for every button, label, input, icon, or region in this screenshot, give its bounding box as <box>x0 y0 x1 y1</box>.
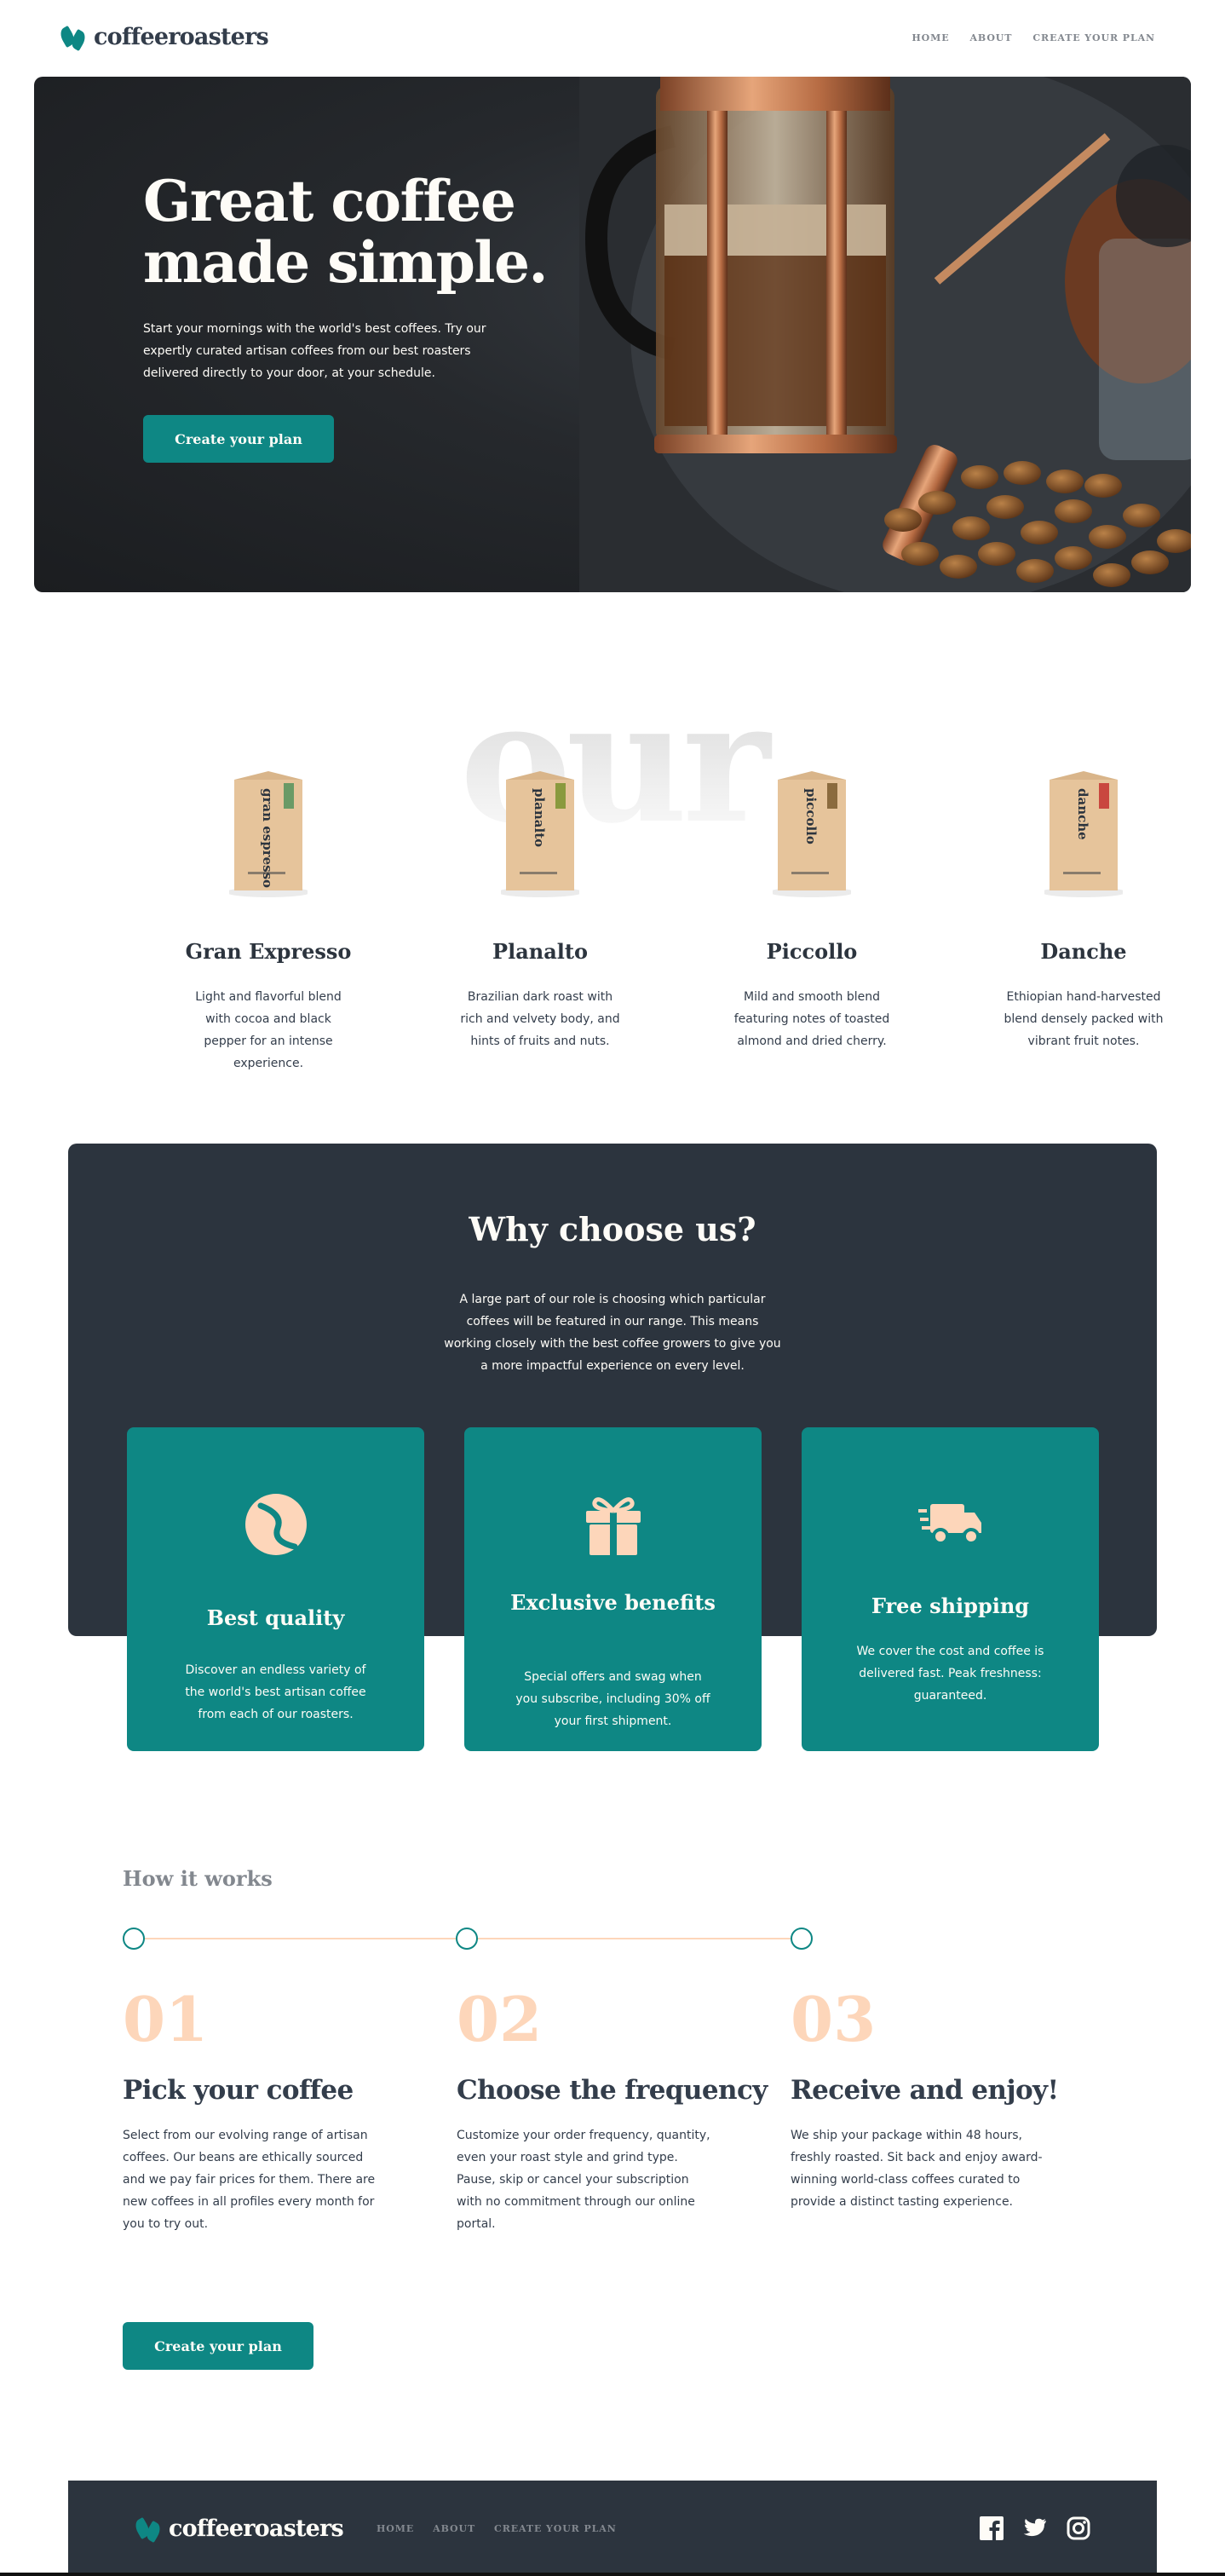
benefit-title: Exclusive benefits <box>510 1590 716 1615</box>
step: 02 Choose the frequency Customize your o… <box>457 1981 772 2235</box>
logo-bean-icon <box>132 2516 164 2543</box>
step-number: 02 <box>457 1983 543 2055</box>
step-title: Choose the frequency <box>457 2075 768 2106</box>
coffee-package-image: piccollo <box>769 771 854 897</box>
twitter-icon[interactable] <box>1023 2516 1047 2540</box>
product-card: gran espresso Gran Expresso Light and fl… <box>162 771 375 1075</box>
why-description: A large part of our role is choosing whi… <box>444 1293 781 1373</box>
footer-logo[interactable]: coffeeroasters <box>132 2515 344 2543</box>
logo-bean-icon <box>57 25 89 51</box>
footer-nav-home[interactable]: HOME <box>377 2523 414 2534</box>
gift-icon <box>464 1494 762 1562</box>
benefit-text: Discover an endless variety of the world… <box>185 1663 366 1721</box>
timeline-dot <box>123 1928 145 1950</box>
step-title: Pick your coffee <box>123 2075 354 2106</box>
step-number: 03 <box>791 1983 877 2055</box>
product-description: Brazilian dark roast with rich and velve… <box>460 990 620 1048</box>
product-description: Mild and smooth blend featuring notes of… <box>733 990 890 1048</box>
benefit-title: Best quality <box>206 1605 345 1630</box>
nav-about[interactable]: ABOUT <box>969 32 1012 43</box>
step-text: We ship your package within 48 hours, fr… <box>791 2129 1043 2209</box>
main-nav: HOME ABOUT CREATE YOUR PLAN <box>912 32 1155 43</box>
product-card: piccollo Piccollo Mild and smooth blend … <box>705 771 918 1052</box>
benefit-card: Best quality Discover an endless variety… <box>127 1427 424 1751</box>
timeline-dot <box>456 1928 478 1950</box>
product-name: Gran Expresso <box>185 939 352 964</box>
benefit-text: We cover the cost and coffee is delivere… <box>856 1645 1044 1703</box>
instagram-icon[interactable] <box>1067 2516 1090 2540</box>
benefit-title: Free shipping <box>871 1593 1030 1618</box>
timeline-dot <box>791 1928 813 1950</box>
footer-nav: HOME ABOUT CREATE YOUR PLAN <box>377 2523 617 2534</box>
package-label: danche <box>1075 788 1090 840</box>
step-text: Select from our evolving range of artisa… <box>123 2129 376 2231</box>
french-press-image <box>579 77 1191 592</box>
how-it-works-title: How it works <box>123 1866 273 1891</box>
nav-home[interactable]: HOME <box>912 32 949 43</box>
package-label: planalto <box>532 788 547 847</box>
step-title: Receive and enjoy! <box>791 2075 1059 2106</box>
why-title: Why choose us? <box>469 1210 756 1248</box>
benefit-card: Exclusive benefits Special offers and sw… <box>464 1427 762 1751</box>
product-name: Danche <box>1040 939 1127 964</box>
logo-text: coffeeroasters <box>94 24 269 50</box>
hero-title: Great coffee made simple. <box>143 168 548 296</box>
product-description: Ethiopian hand-harvested blend densely p… <box>1004 990 1164 1048</box>
site-header: coffeeroasters HOME ABOUT CREATE YOUR PL… <box>0 0 1225 77</box>
site-footer: coffeeroasters HOME ABOUT CREATE YOUR PL… <box>68 2481 1157 2576</box>
step-number: 01 <box>123 1983 209 2055</box>
coffee-package-image: gran espresso <box>226 771 311 897</box>
hero-description: Start your mornings with the world's bes… <box>143 322 486 380</box>
hero: Great coffee made simple. Start your mor… <box>34 77 1191 592</box>
package-label: piccollo <box>803 788 819 844</box>
product-name: Piccollo <box>766 939 858 964</box>
facebook-icon[interactable] <box>980 2516 1004 2540</box>
step: 03 Receive and enjoy! We ship your packa… <box>791 1981 1106 2213</box>
product-card: danche Danche Ethiopian hand-harvested b… <box>977 771 1190 1052</box>
hero-create-plan-button[interactable]: Create your plan <box>143 415 334 463</box>
truck-icon <box>802 1494 1099 1562</box>
logo[interactable]: coffeeroasters <box>57 24 269 51</box>
logo-text: coffeeroasters <box>169 2515 344 2542</box>
product-card: planalto Planalto Brazilian dark roast w… <box>434 771 647 1052</box>
footer-nav-about[interactable]: ABOUT <box>433 2523 475 2534</box>
benefit-card: Free shipping We cover the cost and coff… <box>802 1427 1099 1751</box>
footer-nav-create-plan[interactable]: CREATE YOUR PLAN <box>494 2523 617 2534</box>
coffee-package-image: planalto <box>497 771 583 897</box>
nav-create-plan[interactable]: CREATE YOUR PLAN <box>1032 32 1155 43</box>
product-description: Light and flavorful blend with cocoa and… <box>195 990 342 1070</box>
benefit-text: Special offers and swag when you subscri… <box>515 1670 710 1728</box>
how-create-plan-button[interactable]: Create your plan <box>123 2322 313 2370</box>
step-text: Customize your order frequency, quantity… <box>457 2129 710 2231</box>
coffee-bean-icon <box>127 1494 424 1562</box>
bottom-edge <box>0 2573 1225 2576</box>
product-name: Planalto <box>492 939 588 964</box>
step: 01 Pick your coffee Select from our evol… <box>123 1981 438 2235</box>
coffee-package-image: danche <box>1041 771 1126 897</box>
steps-timeline <box>123 1928 813 1950</box>
